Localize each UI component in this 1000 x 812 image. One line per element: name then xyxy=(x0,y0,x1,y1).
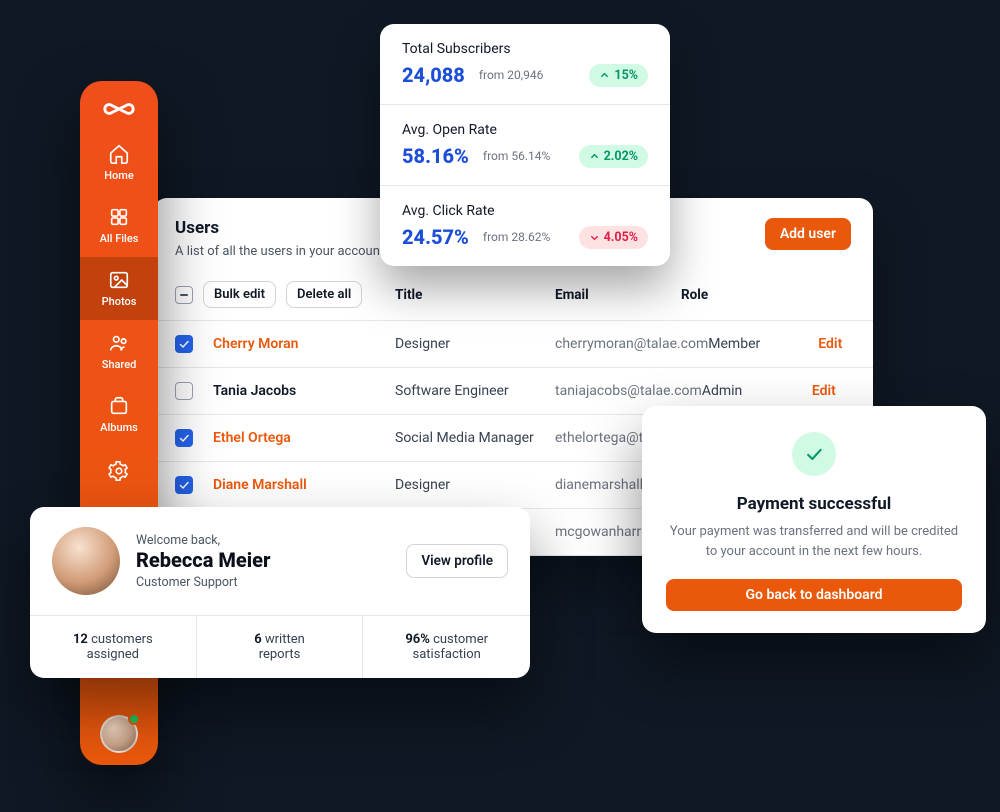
arrow-up-icon xyxy=(599,70,610,81)
sidebar-item-shared[interactable]: Shared xyxy=(80,320,158,383)
stat-label: Total Subscribers xyxy=(402,41,648,57)
avatar xyxy=(52,527,120,595)
sidebar-item-settings[interactable] xyxy=(80,446,158,496)
row-name: Cherry Moran xyxy=(213,336,395,352)
stats-card: Total Subscribers 24,088 from 20,946 15% Avg… xyxy=(380,24,670,266)
files-icon xyxy=(108,206,130,228)
sidebar-label: All Files xyxy=(100,232,139,245)
arrow-down-icon xyxy=(589,232,600,243)
sidebar-item-photos[interactable]: Photos xyxy=(80,257,158,320)
sidebar-label: Shared xyxy=(102,358,137,371)
select-all-checkbox[interactable] xyxy=(175,286,193,304)
delete-all-button[interactable]: Delete all xyxy=(286,281,362,308)
column-header-role: Role xyxy=(681,287,791,303)
trend-up-badge: 2.02% xyxy=(579,145,648,168)
shared-icon xyxy=(108,332,130,354)
row-role: Member xyxy=(708,336,818,352)
arrow-up-icon xyxy=(589,151,600,162)
bulk-edit-button[interactable]: Bulk edit xyxy=(203,281,276,308)
sidebar-item-albums[interactable]: Albums xyxy=(80,383,158,446)
payment-modal: Payment successful Your payment was tran… xyxy=(642,406,986,633)
row-title: Software Engineer xyxy=(395,383,555,399)
stat-value: 24.57% xyxy=(402,225,469,249)
row-select-checkbox[interactable] xyxy=(175,429,193,447)
stat-label: Avg. Click Rate xyxy=(402,203,648,219)
row-email: cherrymoran@talae.com xyxy=(555,336,708,352)
row-name: Ethel Ortega xyxy=(213,430,395,446)
success-check-icon xyxy=(792,432,836,476)
row-title: Designer xyxy=(395,336,555,352)
row-select-checkbox[interactable] xyxy=(175,382,193,400)
home-icon xyxy=(108,143,130,165)
payment-title: Payment successful xyxy=(666,494,962,514)
trend-down-badge: 4.05% xyxy=(579,226,648,249)
row-select-checkbox[interactable] xyxy=(175,335,193,353)
stat-block: Total Subscribers 24,088 from 20,946 15% xyxy=(380,24,670,105)
sidebar-item-home[interactable]: Home xyxy=(80,131,158,194)
trend-up-badge: 15% xyxy=(589,64,648,87)
column-header-title: Title xyxy=(395,287,555,303)
profile-stat: 6 writtenreports xyxy=(197,616,364,678)
sidebar-label: Albums xyxy=(100,421,138,434)
sidebar-item-all-files[interactable]: All Files xyxy=(80,194,158,257)
profile-stat: 12 customersassigned xyxy=(30,616,197,678)
row-email: taniajacobs@talae.com xyxy=(555,383,702,399)
row-title: Social Media Manager xyxy=(395,430,555,446)
stat-block: Avg. Open Rate 58.16% from 56.14% 2.02% xyxy=(380,105,670,186)
column-header-email: Email xyxy=(555,287,681,303)
stat-value: 24,088 xyxy=(402,63,465,87)
users-subtitle: A list of all the users in your account xyxy=(175,244,384,259)
stat-block: Avg. Click Rate 24.57% from 28.62% 4.05% xyxy=(380,186,670,266)
view-profile-button[interactable]: View profile xyxy=(406,544,508,578)
row-title: Designer xyxy=(395,477,555,493)
row-edit-link[interactable]: Edit xyxy=(818,336,878,352)
stat-label: Avg. Open Rate xyxy=(402,122,648,138)
gear-icon xyxy=(108,460,130,482)
sidebar-profile-avatar[interactable] xyxy=(100,715,138,753)
table-row: Cherry MoranDesignercherrymoran@talae.co… xyxy=(153,321,873,367)
profile-card: Welcome back, Rebecca Meier Customer Sup… xyxy=(30,507,530,678)
presence-indicator xyxy=(128,713,140,725)
row-edit-link[interactable]: Edit xyxy=(812,383,872,399)
users-title: Users xyxy=(175,218,384,238)
photos-icon xyxy=(108,269,130,291)
stat-from: from 20,946 xyxy=(479,68,544,82)
stat-from: from 56.14% xyxy=(483,149,550,163)
albums-icon xyxy=(108,395,130,417)
sidebar-label: Photos xyxy=(102,295,137,308)
row-select-checkbox[interactable] xyxy=(175,476,193,494)
stat-from: from 28.62% xyxy=(483,230,550,244)
stat-value: 58.16% xyxy=(402,144,469,168)
brand-logo xyxy=(102,99,136,119)
add-user-button[interactable]: Add user xyxy=(765,218,851,250)
profile-role: Customer Support xyxy=(136,575,270,590)
row-role: Admin xyxy=(702,383,812,399)
welcome-text: Welcome back, xyxy=(136,533,270,548)
sidebar-label: Home xyxy=(104,169,134,182)
payment-body: Your payment was transferred and will be… xyxy=(666,522,962,561)
profile-stat: 96% customersatisfaction xyxy=(363,616,530,678)
row-name: Diane Marshall xyxy=(213,477,395,493)
profile-name: Rebecca Meier xyxy=(136,548,270,573)
go-to-dashboard-button[interactable]: Go back to dashboard xyxy=(666,579,962,611)
row-name: Tania Jacobs xyxy=(213,383,395,399)
